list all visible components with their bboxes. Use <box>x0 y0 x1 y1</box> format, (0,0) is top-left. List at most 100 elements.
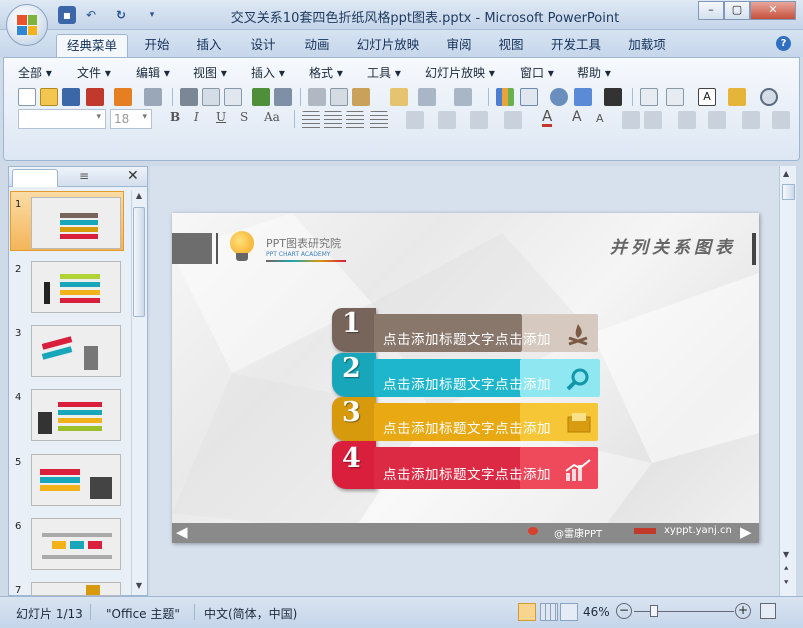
italic-button[interactable]: I <box>194 110 199 124</box>
outline-tab[interactable]: ≡ <box>61 169 107 187</box>
tab-addins[interactable]: 加载项 <box>622 34 672 57</box>
zoom-out-icon[interactable]: − <box>616 603 632 619</box>
close-pane-icon[interactable]: ✕ <box>127 168 139 184</box>
permission-icon[interactable] <box>86 88 104 106</box>
cut-icon[interactable] <box>308 88 326 106</box>
align-center-icon[interactable] <box>324 111 342 129</box>
arrange-icon[interactable] <box>678 111 696 129</box>
pane-scrollbar[interactable]: ▲ ▼ <box>131 191 146 595</box>
zoom-slider-track[interactable] <box>634 611 734 612</box>
zoom-icon[interactable] <box>760 88 778 106</box>
tab-animation[interactable]: 动画 <box>296 34 338 57</box>
scroll-up-icon[interactable]: ▲ <box>783 169 789 178</box>
bold-button[interactable]: B <box>170 110 180 124</box>
quick-styles-icon[interactable] <box>708 111 726 129</box>
menu-edit[interactable]: 编辑 ▾ <box>136 64 170 82</box>
slide-canvas[interactable]: PPT图表研究院 PPT CHART ACADEMY 并列关系图表 1 点击添加… <box>172 213 759 543</box>
bullets-icon[interactable] <box>504 111 522 129</box>
tab-view[interactable]: 视图 <box>490 34 532 57</box>
maximize-button[interactable]: ▢ <box>724 1 750 20</box>
slide-thumbnail-2[interactable] <box>31 261 121 313</box>
menu-insert[interactable]: 插入 ▾ <box>251 64 285 82</box>
menu-tools[interactable]: 工具 ▾ <box>367 64 401 82</box>
grow-font-icon[interactable]: A <box>572 109 582 125</box>
menu-slideshow[interactable]: 幻灯片放映 ▾ <box>425 64 495 82</box>
zoom-slider-thumb[interactable] <box>650 605 658 617</box>
previous-slide-icon[interactable]: ⯅ <box>783 564 789 574</box>
zoom-in-icon[interactable]: + <box>735 603 751 619</box>
research-icon[interactable] <box>274 88 292 106</box>
redo-icon[interactable] <box>454 88 472 106</box>
text-direction-icon[interactable] <box>406 111 424 129</box>
font-size-select[interactable]: 18 ▾ <box>110 109 152 129</box>
slides-tab[interactable] <box>12 169 58 187</box>
shape-fill-icon[interactable] <box>742 111 760 129</box>
slide-thumbnail-1[interactable] <box>31 197 121 249</box>
clipart-icon[interactable] <box>550 88 568 106</box>
shape-outline-icon[interactable] <box>772 111 790 129</box>
help-icon[interactable]: ? <box>776 36 791 51</box>
tab-home[interactable]: 开始 <box>136 34 178 57</box>
minimize-button[interactable]: – <box>698 1 724 20</box>
layout-slide-icon[interactable] <box>666 88 684 106</box>
menu-format[interactable]: 格式 ▾ <box>309 64 343 82</box>
next-slide-icon[interactable]: ⯆ <box>783 578 789 588</box>
menu-file[interactable]: 文件 ▾ <box>77 64 111 82</box>
scroll-down-icon[interactable]: ▼ <box>783 550 789 559</box>
undo-icon[interactable] <box>418 88 436 106</box>
fit-to-window-icon[interactable] <box>760 603 776 619</box>
redo-icon[interactable]: ↻ <box>112 6 130 24</box>
scroll-up-icon[interactable]: ▲ <box>133 191 145 203</box>
underline-button[interactable]: U <box>216 110 226 124</box>
slide-thumbnail-5[interactable] <box>31 454 121 506</box>
print-preview-icon[interactable] <box>202 88 220 106</box>
slide-thumbnail-4[interactable] <box>31 389 121 441</box>
list-item[interactable]: 2 点击添加标题文字点击添加 <box>332 353 600 399</box>
slide-thumbnail-3[interactable] <box>31 325 121 377</box>
increase-indent-icon[interactable] <box>644 111 662 129</box>
tab-classic-menu[interactable]: 经典菜单 <box>56 34 128 57</box>
numbering-icon[interactable] <box>470 111 488 129</box>
tab-slideshow[interactable]: 幻灯片放映 <box>350 34 426 57</box>
paste-icon[interactable] <box>352 88 370 106</box>
tab-insert[interactable]: 插入 <box>188 34 230 57</box>
normal-view-icon[interactable] <box>518 603 536 621</box>
new-slide-icon[interactable] <box>640 88 658 106</box>
close-button[interactable]: ✕ <box>750 1 796 20</box>
open-icon[interactable] <box>40 88 58 106</box>
format-painter-icon[interactable] <box>390 88 408 106</box>
tab-developer[interactable]: 开发工具 <box>545 34 607 57</box>
align-left-icon[interactable] <box>302 111 320 129</box>
slide-thumbnail-7[interactable] <box>31 582 121 596</box>
menu-view[interactable]: 视图 ▾ <box>193 64 227 82</box>
scroll-thumb[interactable] <box>782 184 795 200</box>
save-icon[interactable] <box>62 88 80 106</box>
chart-icon[interactable] <box>496 88 514 106</box>
scroll-thumb[interactable] <box>133 207 145 317</box>
list-item[interactable]: 1 点击添加标题文字点击添加 <box>332 308 600 354</box>
list-item[interactable]: 4 点击添加标题文字点击添加 <box>332 441 600 491</box>
color-scheme-icon[interactable] <box>604 88 622 106</box>
slide-thumbnail-6[interactable] <box>31 518 121 570</box>
list-item[interactable]: 3 点击添加标题文字点击添加 <box>332 397 600 443</box>
print-icon[interactable] <box>180 88 198 106</box>
office-button[interactable] <box>6 4 48 46</box>
shadow-button[interactable]: S <box>240 110 248 124</box>
tab-review[interactable]: 审阅 <box>438 34 480 57</box>
new-icon[interactable] <box>18 88 36 106</box>
tab-design[interactable]: 设计 <box>242 34 284 57</box>
undo-icon[interactable]: ↶ <box>82 6 100 24</box>
menu-all[interactable]: 全部 ▾ <box>18 64 52 82</box>
shapes-icon[interactable] <box>728 88 746 106</box>
email-icon[interactable] <box>114 88 132 106</box>
font-name-select[interactable]: ▾ <box>18 109 106 129</box>
table-icon[interactable] <box>520 88 538 106</box>
scroll-down-icon[interactable]: ▼ <box>133 581 145 593</box>
copy-icon[interactable] <box>330 88 348 106</box>
vertical-scrollbar[interactable]: ▲ ▼ ⯅ ⯆ <box>779 166 796 596</box>
publish-icon[interactable] <box>144 88 162 106</box>
change-case-button[interactable]: Aa <box>264 110 280 124</box>
spelling-icon[interactable] <box>252 88 270 106</box>
previous-arrow-icon[interactable]: ◀ <box>176 523 188 541</box>
layout-icon[interactable] <box>224 88 242 106</box>
